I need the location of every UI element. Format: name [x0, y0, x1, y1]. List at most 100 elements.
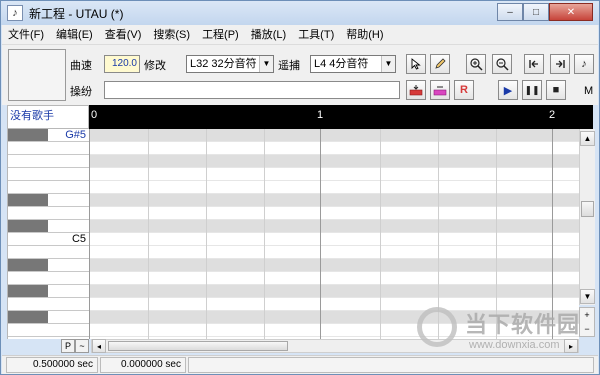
- grid-row[interactable]: [90, 129, 579, 142]
- note-icon[interactable]: ♪: [574, 54, 594, 74]
- watermark-circle: [417, 307, 457, 347]
- lyric-input[interactable]: [104, 81, 400, 99]
- snap-select[interactable]: L4 4分音符 ▼: [310, 55, 396, 73]
- beat-line: [264, 129, 265, 339]
- grid-row[interactable]: [90, 272, 579, 285]
- menu-help[interactable]: 帮助(H): [340, 25, 389, 45]
- close-button[interactable]: ✕: [549, 3, 593, 21]
- tempo-label: 曲速: [70, 60, 92, 72]
- pause-icon[interactable]: ❚❚: [522, 80, 542, 100]
- grid-row[interactable]: [90, 259, 579, 272]
- grid-row[interactable]: [90, 220, 579, 233]
- piano-key[interactable]: [8, 324, 89, 337]
- watermark-logo: 当下软件园 www.downxia.com: [413, 303, 593, 357]
- black-key[interactable]: [8, 311, 48, 323]
- bottom-controls: P ~: [61, 339, 89, 353]
- piano-key[interactable]: [8, 298, 89, 311]
- piano-key[interactable]: [8, 311, 89, 324]
- chevron-down-icon[interactable]: ▼: [259, 56, 273, 72]
- grid-row[interactable]: [90, 155, 579, 168]
- zoom-in-icon[interactable]: [466, 54, 486, 74]
- piano-key[interactable]: [8, 246, 89, 259]
- grid-row[interactable]: [90, 181, 579, 194]
- status-empty: [188, 357, 594, 373]
- rest-letter: R: [460, 84, 468, 96]
- black-key[interactable]: [8, 194, 48, 206]
- piano-key[interactable]: [8, 220, 89, 233]
- grid-row[interactable]: [90, 233, 579, 246]
- grid-row[interactable]: [90, 285, 579, 298]
- scroll-down-icon[interactable]: ▼: [580, 289, 595, 304]
- menu-tools[interactable]: 工具(T): [292, 25, 340, 45]
- menu-playback[interactable]: 播放(L): [245, 25, 292, 45]
- piano-key[interactable]: G#5: [8, 129, 89, 142]
- watermark-url: www.downxia.com: [469, 339, 560, 351]
- piano-key[interactable]: [8, 142, 89, 155]
- delete-note-icon[interactable]: [430, 80, 450, 100]
- singer-name[interactable]: 没有歌手: [7, 105, 89, 129]
- note-length-select[interactable]: L32 32分音符 ▼: [186, 55, 274, 73]
- piano-key[interactable]: [8, 155, 89, 168]
- maximize-button[interactable]: □: [523, 3, 549, 21]
- scroll-thumb[interactable]: [108, 341, 288, 351]
- play-icon[interactable]: ▶: [498, 80, 518, 100]
- piano-key[interactable]: [8, 168, 89, 181]
- pencil-icon[interactable]: [430, 54, 450, 74]
- minimize-button[interactable]: –: [497, 3, 523, 21]
- piano-key[interactable]: [8, 259, 89, 272]
- music-note-icon[interactable]: ♪: [7, 5, 23, 21]
- menu-project[interactable]: 工程(P): [196, 25, 245, 45]
- chevron-down-icon[interactable]: ▼: [381, 56, 395, 72]
- piano-key[interactable]: [8, 272, 89, 285]
- go-end-icon[interactable]: [550, 54, 570, 74]
- piano-key[interactable]: [8, 194, 89, 207]
- snap-label: 遥捕: [278, 60, 300, 72]
- black-key[interactable]: [8, 259, 48, 271]
- window-title: 新工程 - UTAU (*): [29, 6, 124, 21]
- tempo-field[interactable]: 120.0: [104, 55, 140, 73]
- pitch-button[interactable]: P: [61, 339, 75, 353]
- scroll-up-icon[interactable]: ▲: [580, 131, 595, 146]
- status-time-1: 0.500000 sec: [6, 357, 98, 373]
- measure-ruler[interactable]: 0 1 2: [89, 105, 593, 129]
- key-label-c5: C5: [71, 233, 86, 245]
- go-start-icon[interactable]: [524, 54, 544, 74]
- grid-row[interactable]: [90, 142, 579, 155]
- piano-keys[interactable]: G#5 C5: [7, 129, 89, 339]
- tempo-modify-label[interactable]: 修改: [144, 57, 166, 73]
- grid-row[interactable]: [90, 194, 579, 207]
- ruler-mark: 0: [91, 109, 98, 121]
- piano-key[interactable]: [8, 285, 89, 298]
- piano-key[interactable]: [8, 207, 89, 220]
- vertical-scrollbar[interactable]: ▲ ▼: [579, 129, 595, 305]
- menu-bar: 文件(F) 编辑(E) 查看(V) 搜索(S) 工程(P) 播放(L) 工具(T…: [2, 25, 598, 45]
- insert-rest-icon[interactable]: R: [454, 80, 474, 100]
- measure-line: [320, 129, 321, 339]
- menu-search[interactable]: 搜索(S): [147, 25, 196, 45]
- black-key[interactable]: [8, 285, 48, 297]
- pointer-icon[interactable]: [406, 54, 426, 74]
- scroll-thumb[interactable]: [581, 201, 594, 217]
- m-label: M: [584, 85, 594, 97]
- menu-view[interactable]: 查看(V): [99, 25, 148, 45]
- toolbar: 曲速 120.0 修改 L32 32分音符 ▼ 遥捕 L4 4分音符 ▼ ♪ 操…: [2, 45, 598, 105]
- beat-line: [206, 129, 207, 339]
- insert-note-icon[interactable]: [406, 80, 426, 100]
- grid-row[interactable]: [90, 168, 579, 181]
- piano-key[interactable]: [8, 181, 89, 194]
- black-key[interactable]: [8, 220, 48, 232]
- zoom-out-icon[interactable]: [492, 54, 512, 74]
- menu-edit[interactable]: 编辑(E): [50, 25, 99, 45]
- grid-row[interactable]: [90, 246, 579, 259]
- piano-key[interactable]: C5: [8, 233, 89, 246]
- note-length-value: L32 32分音符: [190, 58, 257, 70]
- vibrato-button[interactable]: ~: [75, 339, 89, 353]
- grid-row[interactable]: [90, 207, 579, 220]
- singer-portrait[interactable]: [8, 49, 66, 101]
- key-label-g5: G#5: [65, 129, 86, 141]
- stop-icon[interactable]: ■: [546, 80, 566, 100]
- ruler-mark: 2: [549, 109, 556, 121]
- black-key[interactable]: [8, 129, 48, 141]
- menu-file[interactable]: 文件(F): [2, 25, 50, 45]
- scroll-left-icon[interactable]: ◂: [92, 339, 106, 353]
